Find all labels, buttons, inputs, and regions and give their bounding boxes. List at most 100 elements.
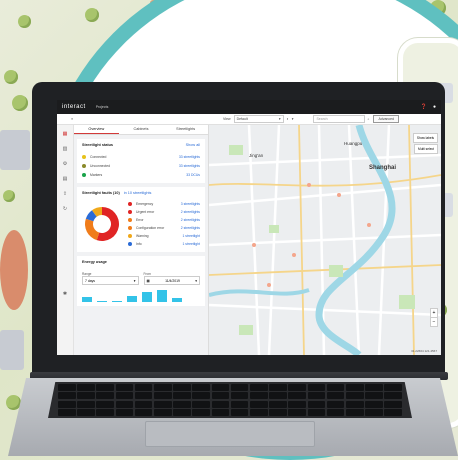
keyboard-key[interactable]	[134, 409, 153, 416]
touchpad[interactable]	[145, 421, 315, 447]
keyboard-key[interactable]	[211, 384, 230, 391]
keyboard-key[interactable]	[345, 392, 364, 400]
keyboard-key[interactable]	[211, 400, 230, 408]
keyboard-key[interactable]	[192, 400, 211, 408]
grid-icon[interactable]: ▤	[63, 176, 68, 182]
from-date-picker[interactable]: ▦ 11/4/2019 ▾	[143, 276, 200, 285]
keyboard-key[interactable]	[115, 392, 134, 400]
nav-projects[interactable]: Projects	[96, 105, 109, 109]
keyboard-key[interactable]	[230, 400, 249, 408]
view-select[interactable]: Default ▾	[233, 115, 284, 123]
keyboard-key[interactable]	[134, 384, 153, 391]
keyboard-key[interactable]	[307, 409, 326, 416]
keyboard-key[interactable]	[153, 409, 172, 416]
keyboard-key[interactable]	[58, 392, 76, 400]
keyboard-key[interactable]	[77, 400, 95, 408]
keyboard-key[interactable]	[115, 384, 134, 391]
keyboard-key[interactable]	[269, 392, 287, 400]
fault-row[interactable]: Info 1 streetlight	[128, 240, 200, 248]
keyboard-key[interactable]	[249, 392, 268, 400]
status-count[interactable]: 33 streetlights	[179, 164, 200, 168]
keyboard-key[interactable]	[269, 400, 287, 408]
keyboard-key[interactable]	[230, 384, 249, 391]
show-all-link[interactable]: Show all	[186, 143, 200, 147]
keyboard-key[interactable]	[365, 384, 383, 391]
building-icon[interactable]: ▥	[63, 146, 68, 152]
layers-icon[interactable]: ◐	[287, 117, 289, 121]
keyboard-key[interactable]	[173, 384, 191, 391]
keyboard-key[interactable]	[384, 392, 402, 400]
keyboard-key[interactable]	[134, 400, 153, 408]
keyboard-key[interactable]	[288, 392, 307, 400]
status-count[interactable]: 33 DCUs	[186, 173, 200, 177]
keyboard-key[interactable]	[96, 409, 115, 416]
keyboard-key[interactable]	[345, 384, 364, 391]
fault-count[interactable]: 1 streetlight	[182, 242, 200, 246]
keyboard-key[interactable]	[192, 384, 211, 391]
keyboard-key[interactable]	[58, 400, 76, 408]
keyboard-key[interactable]	[173, 409, 191, 416]
status-row[interactable]: Connected 33 streetlights	[82, 152, 200, 161]
keyboard-key[interactable]	[77, 384, 95, 391]
keyboard-key[interactable]	[153, 392, 172, 400]
fault-row[interactable]: Urgent error 2 streetlights	[128, 208, 200, 216]
keyboard-key[interactable]	[365, 392, 383, 400]
keyboard-key[interactable]	[192, 392, 211, 400]
keyboard-key[interactable]	[326, 400, 345, 408]
keyboard-key[interactable]	[345, 400, 364, 408]
dashboard-icon[interactable]: ▦	[63, 131, 68, 137]
keyboard-key[interactable]	[326, 409, 345, 416]
tab-cabinets[interactable]: Cabinets	[119, 125, 164, 134]
keyboard-key[interactable]	[384, 409, 402, 416]
fault-row[interactable]: Configuration error 2 streetlights	[128, 224, 200, 232]
keyboard-key[interactable]	[77, 409, 95, 416]
keyboard-key[interactable]	[173, 400, 191, 408]
keyboard-key[interactable]	[249, 384, 268, 391]
tab-overview[interactable]: Overview	[74, 125, 119, 134]
keyboard-key[interactable]	[58, 384, 76, 391]
keyboard-key[interactable]	[249, 400, 268, 408]
keyboard-key[interactable]	[230, 392, 249, 400]
keyboard-key[interactable]	[211, 409, 230, 416]
keyboard-key[interactable]	[77, 392, 95, 400]
fault-count[interactable]: 1 streetlight	[182, 234, 200, 238]
status-row[interactable]: Unconnected 33 streetlights	[82, 161, 200, 170]
refresh-icon[interactable]: ↻	[63, 206, 67, 212]
keyboard-key[interactable]	[249, 409, 268, 416]
keyboard-key[interactable]	[288, 384, 307, 391]
keyboard-key[interactable]	[153, 400, 172, 408]
range-select[interactable]: 7 days ▾	[82, 276, 139, 285]
keyboard-key[interactable]	[115, 409, 134, 416]
status-row[interactable]: Markers 33 DCUs	[82, 170, 200, 179]
menu-icon[interactable]: ≡	[71, 117, 73, 121]
keyboard-key[interactable]	[269, 384, 287, 391]
keyboard-key[interactable]	[384, 400, 402, 408]
chevron-down-icon[interactable]: ▾	[292, 117, 294, 121]
fault-count[interactable]: 3 streetlights	[181, 202, 200, 206]
keyboard-key[interactable]	[173, 392, 191, 400]
fault-row[interactable]: Error 2 streetlights	[128, 216, 200, 224]
keyboard-key[interactable]	[326, 392, 345, 400]
keyboard-key[interactable]	[192, 409, 211, 416]
keyboard-key[interactable]	[58, 409, 76, 416]
keyboard-key[interactable]	[307, 400, 326, 408]
tab-streetlights[interactable]: Streetlights	[163, 125, 208, 134]
upload-icon[interactable]: ⇪	[63, 191, 67, 197]
keyboard-key[interactable]	[307, 392, 326, 400]
keyboard-key[interactable]	[288, 409, 307, 416]
zoom-out-button[interactable]: −	[430, 317, 438, 327]
keyboard-key[interactable]	[115, 400, 134, 408]
faults-link[interactable]: in 10 streetlights	[124, 191, 152, 195]
multi-select-toggle[interactable]: Multi select	[414, 144, 438, 154]
keyboard-key[interactable]	[134, 392, 153, 400]
keyboard-key[interactable]	[345, 409, 364, 416]
keyboard-key[interactable]	[326, 384, 345, 391]
keyboard-key[interactable]	[96, 384, 115, 391]
show-labels-toggle[interactable]: Show labels	[412, 133, 438, 143]
keyboard-key[interactable]	[384, 384, 402, 391]
fault-row[interactable]: Emergency 3 streetlights	[128, 200, 200, 208]
help-icon[interactable]: ❓	[421, 104, 427, 110]
keyboard-key[interactable]	[96, 392, 115, 400]
keyboard-key[interactable]	[365, 400, 383, 408]
advanced-button[interactable]: Advanced	[373, 115, 400, 123]
